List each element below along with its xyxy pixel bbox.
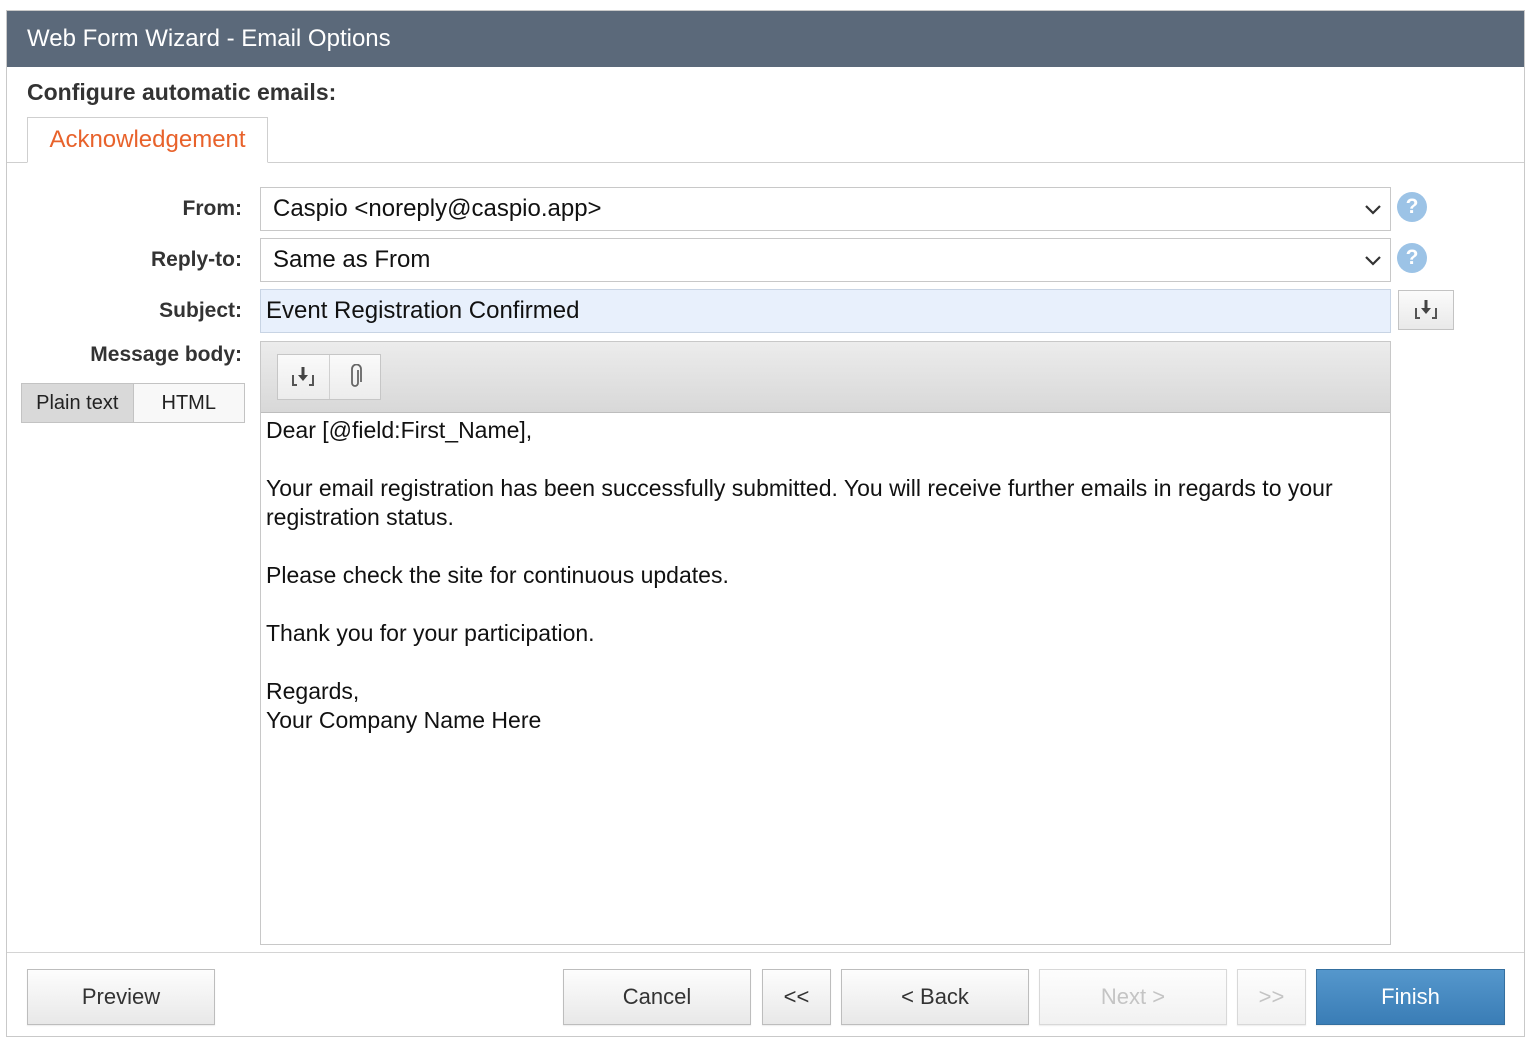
message-line-registration: Your email registration has been success… (266, 475, 1333, 530)
message-text[interactable]: Dear [@field:First_Name], Your email reg… (266, 416, 1360, 735)
last-step-button[interactable]: >> (1237, 969, 1306, 1025)
tab-acknowledgement[interactable]: Acknowledgement (27, 117, 268, 163)
reply-to-label: Reply-to: (151, 248, 242, 271)
message-closing: Regards, (266, 678, 360, 704)
html-button[interactable]: HTML (133, 384, 244, 422)
body-format-toggle: Plain text HTML (21, 383, 245, 423)
from-label: From: (182, 197, 243, 220)
reply-to-value: Same as From (273, 246, 431, 273)
from-value: Caspio <noreply@caspio.app> (273, 195, 602, 222)
message-signature: Your Company Name Here (266, 707, 542, 733)
message-line-thanks: Thank you for your participation. (266, 620, 595, 646)
paperclip-icon (350, 364, 362, 387)
back-button[interactable]: < Back (841, 969, 1029, 1025)
editor-toolbar (261, 342, 1390, 413)
subject-label: Subject: (159, 299, 242, 322)
next-button[interactable]: Next > (1039, 969, 1227, 1025)
message-greeting: Dear [@field:First_Name], (266, 417, 533, 443)
insert-field-icon (1415, 300, 1437, 319)
message-body-label: Message body: (90, 343, 242, 366)
footer-divider (7, 952, 1524, 953)
wizard-window: Web Form Wizard - Email Options Configur… (6, 10, 1525, 1037)
section-heading: Configure automatic emails: (27, 79, 337, 105)
first-step-button[interactable]: << (762, 969, 831, 1025)
subject-input[interactable]: Event Registration Confirmed (260, 289, 1391, 333)
from-select[interactable]: Caspio <noreply@caspio.app> (260, 187, 1391, 231)
message-editor[interactable]: Dear [@field:First_Name], Your email reg… (260, 341, 1391, 945)
window-title: Web Form Wizard - Email Options (7, 11, 1524, 67)
cancel-button[interactable]: Cancel (563, 969, 751, 1025)
reply-to-help-icon[interactable]: ? (1397, 243, 1427, 273)
subject-value: Event Registration Confirmed (266, 297, 580, 324)
reply-to-select[interactable]: Same as From (260, 238, 1391, 282)
subject-insert-field-button[interactable] (1398, 290, 1454, 330)
insert-field-icon (292, 367, 315, 386)
editor-toolbar-group (277, 354, 381, 400)
attach-file-button[interactable] (330, 355, 381, 399)
preview-button[interactable]: Preview (27, 969, 215, 1025)
chevron-down-icon (1365, 205, 1381, 215)
from-help-icon[interactable]: ? (1397, 192, 1427, 222)
message-line-updates: Please check the site for continuous upd… (266, 562, 729, 588)
plain-text-button[interactable]: Plain text (22, 384, 134, 422)
finish-button[interactable]: Finish (1316, 969, 1505, 1025)
insert-field-button[interactable] (278, 355, 330, 399)
chevron-down-icon (1365, 256, 1381, 266)
